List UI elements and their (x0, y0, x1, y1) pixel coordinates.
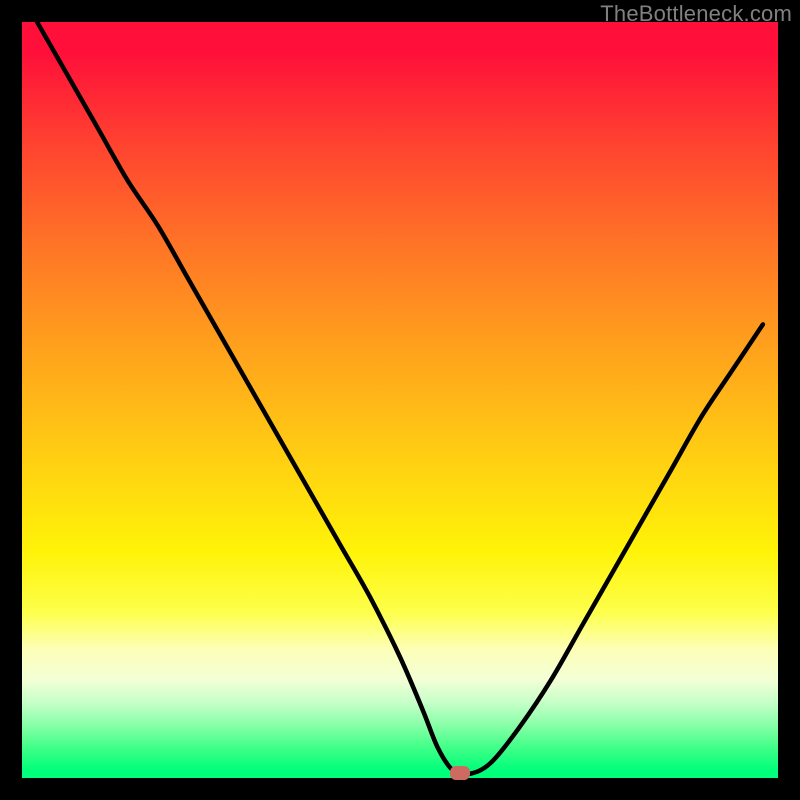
chart-frame: TheBottleneck.com (0, 0, 800, 800)
optimal-point-marker (450, 766, 470, 780)
curve-path (37, 22, 763, 775)
bottleneck-curve (22, 22, 778, 778)
plot-area (22, 22, 778, 778)
